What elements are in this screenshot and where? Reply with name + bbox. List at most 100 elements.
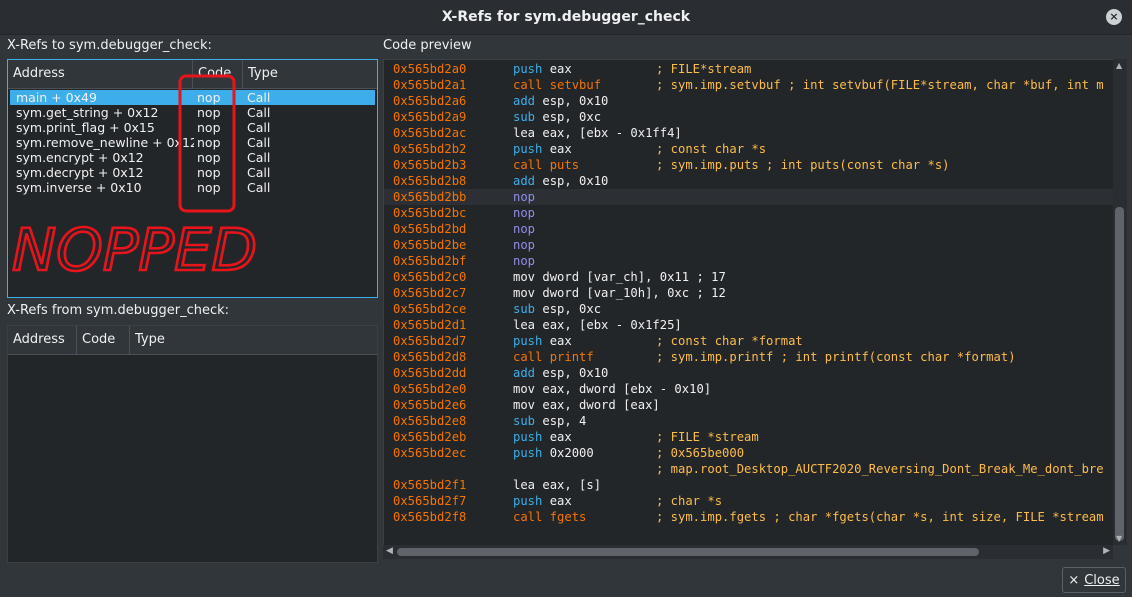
code-mnemonic: call xyxy=(513,350,543,364)
code-line[interactable]: 0x565bd2eb push eax ; FILE *stream xyxy=(384,429,1114,445)
code-line[interactable]: 0x565bd2d8 call printf ; sym.imp.printf ; … xyxy=(384,349,1114,365)
code-instruction: call printf xyxy=(513,349,594,365)
xref-address: sym.inverse + 0x10 xyxy=(16,180,142,195)
xref-row[interactable]: sym.get_string + 0x12 nop Call xyxy=(10,105,375,120)
code-line[interactable]: 0x565bd2f7 push eax ; char *s xyxy=(384,493,1114,509)
column-header-address[interactable]: Address xyxy=(8,60,193,88)
code-address: 0x565bd2a9 xyxy=(393,110,467,124)
close-button[interactable]: × Close xyxy=(1062,567,1126,593)
code-instruction: mov eax, dword [eax] xyxy=(513,397,660,413)
code-line[interactable]: 0x565bd2e8 sub esp, 4 xyxy=(384,413,1114,429)
code-line[interactable]: 0x565bd2c0 mov dword [var_ch], 0x11 ; 17 xyxy=(384,269,1114,285)
xref-row[interactable]: sym.print_flag + 0x15 nop Call xyxy=(10,120,375,135)
code-address: 0x565bd2eb xyxy=(393,430,467,444)
code-operand: eax, dword [eax] xyxy=(542,398,660,412)
xref-row[interactable]: sym.encrypt + 0x12 nop Call xyxy=(10,150,375,165)
code-address: 0x565bd2b8 xyxy=(393,174,467,188)
code-line[interactable]: 0x565bd2b2 push eax ; const char *s xyxy=(384,141,1114,157)
scroll-down-icon[interactable]: ▼ xyxy=(1116,534,1122,543)
code-mnemonic: mov xyxy=(513,382,536,396)
xref-address: sym.print_flag + 0x15 xyxy=(16,120,155,135)
code-mnemonic: nop xyxy=(513,254,536,268)
xref-code: nop xyxy=(197,135,221,150)
code-operand: dword [var_ch], 0x11 ; 17 xyxy=(542,270,726,284)
code-instruction: push eax xyxy=(513,333,572,349)
code-operand: setvbuf xyxy=(549,78,602,92)
code-line[interactable]: 0x565bd2a6 add esp, 0x10 xyxy=(384,93,1114,109)
code-line[interactable]: 0x565bd2f8 call fgets ; sym.imp.fgets ; ch… xyxy=(384,509,1114,525)
column-header-type[interactable]: Type xyxy=(130,326,377,354)
column-header-code[interactable]: Code xyxy=(193,60,243,88)
column-header-code[interactable]: Code xyxy=(77,326,130,354)
code-address: 0x565bd2c7 xyxy=(393,286,467,300)
vertical-scroll-thumb[interactable] xyxy=(1115,207,1124,541)
code-comment: ; sym.imp.puts ; int puts(const char *s) xyxy=(656,158,950,172)
xref-address: main + 0x49 xyxy=(16,90,97,105)
xref-row[interactable]: sym.inverse + 0x10 nop Call xyxy=(10,180,375,195)
code-instruction: push eax xyxy=(513,429,572,445)
code-operand: eax xyxy=(549,430,572,444)
code-instruction: sub esp, 0xc xyxy=(513,301,601,317)
code-line[interactable]: 0x565bd2dd add esp, 0x10 xyxy=(384,365,1114,381)
code-mnemonic: push xyxy=(513,494,543,508)
xrefs-to-table[interactable]: Address Code Type main + 0x49 nop Call sym.… xyxy=(7,59,378,298)
code-instruction: nop xyxy=(513,221,542,237)
scroll-right-icon[interactable]: ▶ xyxy=(1103,546,1110,556)
code-mnemonic: push xyxy=(513,334,543,348)
code-preview[interactable]: 0x565bd2a0 push eax; FILE*stream 0x565bd2a… xyxy=(383,59,1115,547)
code-line[interactable]: 0x565bd2bf nop xyxy=(384,253,1114,269)
code-line[interactable]: 0x565bd2f1 lea eax, [s] xyxy=(384,477,1114,493)
column-header-type[interactable]: Type xyxy=(243,60,377,88)
xref-row[interactable]: sym.decrypt + 0x12 nop Call xyxy=(10,165,375,180)
code-operand: eax, [ebx - 0x1f25] xyxy=(542,318,682,332)
code-operand: eax xyxy=(549,62,572,76)
code-line[interactable]: 0x565bd2ec push 0x2000 ; 0x565be000 xyxy=(384,445,1114,461)
xrefs-to-header: Address Code Type xyxy=(8,60,377,89)
code-line[interactable]: 0x565bd2a1 call setvbuf ; sym.imp.setvbuf … xyxy=(384,77,1114,93)
code-comment: ; 0x565be000 xyxy=(656,446,745,460)
code-line[interactable]: 0x565bd2be nop xyxy=(384,237,1114,253)
xref-row[interactable]: main + 0x49 nop Call xyxy=(10,90,375,105)
code-line[interactable]: 0x565bd2e0 mov eax, dword [ebx - 0x10] xyxy=(384,381,1114,397)
code-line[interactable]: 0x565bd2c7 mov dword [var_10h], 0xc ; 12 xyxy=(384,285,1114,301)
code-mnemonic: call xyxy=(513,158,543,172)
code-line[interactable]: 0x565bd2bc nop xyxy=(384,205,1114,221)
window-title: X-Refs for sym.debugger_check xyxy=(441,9,691,25)
code-mnemonic: add xyxy=(513,174,536,188)
scroll-left-icon[interactable]: ◀ xyxy=(386,546,393,556)
code-line[interactable]: 0x565bd2bd nop xyxy=(384,221,1114,237)
close-icon: × xyxy=(1068,572,1080,588)
scroll-up-icon[interactable]: ▲ xyxy=(1116,61,1122,70)
code-line[interactable]: 0x565bd2ce sub esp, 0xc xyxy=(384,301,1114,317)
code-address: 0x565bd2a1 xyxy=(393,78,467,92)
code-instruction: sub esp, 4 xyxy=(513,413,586,429)
code-comment: ; const char *format xyxy=(656,334,803,348)
code-mnemonic: push xyxy=(513,446,543,460)
code-line[interactable]: 0x565bd2ac lea eax, [ebx - 0x1ff4] xyxy=(384,125,1114,141)
column-header-address[interactable]: Address xyxy=(8,326,77,354)
vertical-scrollbar[interactable]: ▲ ▼ xyxy=(1113,59,1127,545)
xref-address: sym.decrypt + 0x12 xyxy=(16,165,144,180)
code-mnemonic: nop xyxy=(513,238,536,252)
code-line[interactable]: 0x565bd2d7 push eax ; const char *format xyxy=(384,333,1114,349)
code-line[interactable]: 0x565bd2a9 sub esp, 0xc xyxy=(384,109,1114,125)
code-line[interactable]: 0x565bd2b8 add esp, 0x10 xyxy=(384,173,1114,189)
code-line[interactable]: ; map.root_Desktop_AUCTF2020_Reversing_D… xyxy=(384,461,1114,477)
xrefs-from-table[interactable]: Address Code Type xyxy=(7,325,378,563)
code-mnemonic: nop xyxy=(513,190,536,204)
code-operand: esp, 4 xyxy=(542,414,587,428)
code-line[interactable]: 0x565bd2a0 push eax ; FILE*stream xyxy=(384,61,1114,77)
code-comment: ; map.root_Desktop_AUCTF2020_Reversing_D… xyxy=(656,462,1104,476)
horizontal-scrollbar[interactable]: ◀ ▶ xyxy=(383,545,1113,559)
code-instruction: push eax xyxy=(513,141,572,157)
code-address: 0x565bd2f1 xyxy=(393,478,467,492)
code-line[interactable]: 0x565bd2bb nop xyxy=(384,189,1114,205)
code-line[interactable]: 0x565bd2d1 lea eax, [ebx - 0x1f25] xyxy=(384,317,1114,333)
code-line[interactable]: 0x565bd2b3 call puts ; sym.imp.puts ; int … xyxy=(384,157,1114,173)
horizontal-scroll-thumb[interactable] xyxy=(397,548,979,556)
code-address: 0x565bd2a6 xyxy=(393,94,467,108)
xref-row[interactable]: sym.remove_newline + 0x12 nop Call xyxy=(10,135,375,150)
code-line[interactable]: 0x565bd2e6 mov eax, dword [eax] xyxy=(384,397,1114,413)
xref-type: Call xyxy=(247,90,271,105)
window-close-icon[interactable]: × xyxy=(1106,9,1122,25)
